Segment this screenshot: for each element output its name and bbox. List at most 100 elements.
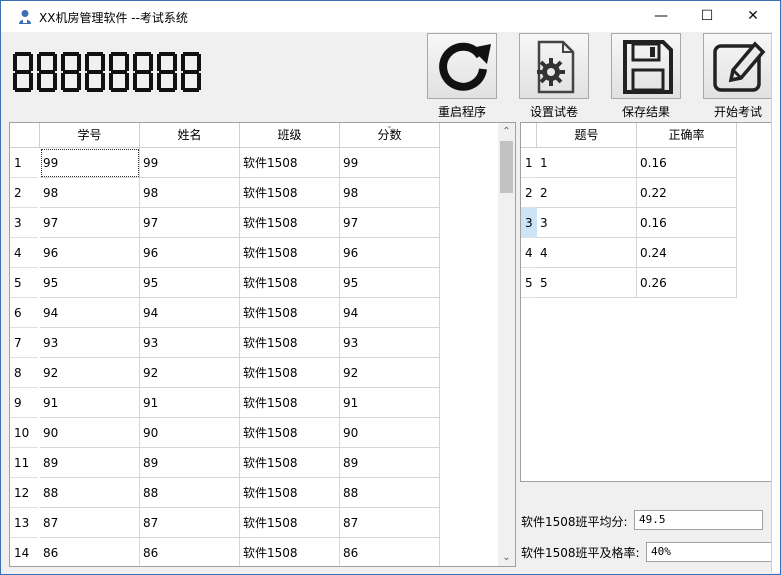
- table-cell-name[interactable]: 93: [140, 328, 240, 358]
- table-cell-name[interactable]: 92: [140, 358, 240, 388]
- table-cell-id[interactable]: 91: [40, 388, 140, 418]
- table-cell-id[interactable]: 97: [40, 208, 140, 238]
- q-row-number[interactable]: 5: [521, 268, 537, 298]
- table-cell-cls[interactable]: 软件1508: [240, 538, 340, 566]
- table-cell-cls[interactable]: 软件1508: [240, 358, 340, 388]
- row-number[interactable]: 11: [10, 448, 38, 478]
- column-header-student-id[interactable]: 学号: [40, 123, 140, 148]
- row-number[interactable]: 8: [10, 358, 38, 388]
- q-table-cell-q[interactable]: 3: [537, 208, 637, 238]
- table-cell-cls[interactable]: 软件1508: [240, 298, 340, 328]
- table-cell-score[interactable]: 94: [340, 298, 440, 328]
- close-button[interactable]: ✕: [730, 1, 776, 32]
- table-cell-name[interactable]: 90: [140, 418, 240, 448]
- table-cell-id[interactable]: 87: [40, 508, 140, 538]
- table-cell-cls[interactable]: 软件1508: [240, 508, 340, 538]
- table-cell-score[interactable]: 95: [340, 268, 440, 298]
- column-header-question-no[interactable]: 题号: [537, 123, 637, 148]
- q-table-cell-q[interactable]: 1: [537, 148, 637, 178]
- table-cell-id[interactable]: 90: [40, 418, 140, 448]
- table-cell-name[interactable]: 88: [140, 478, 240, 508]
- table-cell-name[interactable]: 86: [140, 538, 240, 566]
- table-cell-name[interactable]: 98: [140, 178, 240, 208]
- table-cell-id[interactable]: 93: [40, 328, 140, 358]
- table-cell-score[interactable]: 88: [340, 478, 440, 508]
- table-cell-name[interactable]: 91: [140, 388, 240, 418]
- table-cell-cls[interactable]: 软件1508: [240, 328, 340, 358]
- table-cell-score[interactable]: 99: [340, 148, 440, 178]
- student-scores-table[interactable]: 学号 姓名 班级 分数 ⌄ 1 99 99 软件1508 99 2 98 98 软件1508 98…: [9, 122, 516, 567]
- row-number[interactable]: 12: [10, 478, 38, 508]
- table-cell-id[interactable]: 89: [40, 448, 140, 478]
- table-cell-id[interactable]: 99: [40, 148, 140, 178]
- table-cell-name[interactable]: 87: [140, 508, 240, 538]
- row-number[interactable]: 4: [10, 238, 38, 268]
- table-cell-score[interactable]: 97: [340, 208, 440, 238]
- minimize-button[interactable]: —: [638, 1, 684, 32]
- table-cell-id[interactable]: 95: [40, 268, 140, 298]
- table-cell-score[interactable]: 98: [340, 178, 440, 208]
- table-cell-id[interactable]: 98: [40, 178, 140, 208]
- table-cell-score[interactable]: 87: [340, 508, 440, 538]
- column-header-class[interactable]: 班级: [240, 123, 340, 148]
- table-cell-cls[interactable]: 软件1508: [240, 208, 340, 238]
- row-number[interactable]: 7: [10, 328, 38, 358]
- scroll-down-arrow-icon[interactable]: ⌄: [498, 549, 515, 566]
- table-cell-score[interactable]: 92: [340, 358, 440, 388]
- table-cell-name[interactable]: 94: [140, 298, 240, 328]
- scroll-up-arrow-icon[interactable]: ⌃: [498, 123, 515, 140]
- q-table-cell-rate[interactable]: 0.16: [637, 148, 737, 178]
- q-row-number[interactable]: 4: [521, 238, 537, 268]
- row-number[interactable]: 10: [10, 418, 38, 448]
- table-cell-cls[interactable]: 软件1508: [240, 478, 340, 508]
- row-number[interactable]: 6: [10, 298, 38, 328]
- table-cell-id[interactable]: 94: [40, 298, 140, 328]
- table-cell-id[interactable]: 88: [40, 478, 140, 508]
- table-cell-name[interactable]: 89: [140, 448, 240, 478]
- row-number[interactable]: 14: [10, 538, 38, 566]
- q-table-cell-rate[interactable]: 0.24: [637, 238, 737, 268]
- table-cell-cls[interactable]: 软件1508: [240, 178, 340, 208]
- q-table-cell-rate[interactable]: 0.16: [637, 208, 737, 238]
- q-table-cell-rate[interactable]: 0.22: [637, 178, 737, 208]
- table-cell-score[interactable]: 91: [340, 388, 440, 418]
- table-cell-name[interactable]: 95: [140, 268, 240, 298]
- table-cell-id[interactable]: 92: [40, 358, 140, 388]
- table-cell-cls[interactable]: 软件1508: [240, 388, 340, 418]
- table-cell-cls[interactable]: 软件1508: [240, 148, 340, 178]
- table-cell-id[interactable]: 86: [40, 538, 140, 566]
- row-number[interactable]: 1: [10, 148, 38, 178]
- table-cell-score[interactable]: 86: [340, 538, 440, 566]
- row-number[interactable]: 2: [10, 178, 38, 208]
- column-header-score[interactable]: 分数 ⌄: [340, 123, 440, 148]
- column-header-name[interactable]: 姓名: [140, 123, 240, 148]
- student-table-scrollbar[interactable]: ⌃ ⌄: [498, 123, 515, 566]
- table-cell-cls[interactable]: 软件1508: [240, 238, 340, 268]
- table-cell-name[interactable]: 99: [140, 148, 240, 178]
- question-accuracy-table[interactable]: 题号 正确率 1 1 0.16 2 2 0.22 3 3 0.16 4 4 0.24 5 5 0.26: [520, 122, 774, 482]
- table-cell-id[interactable]: 96: [40, 238, 140, 268]
- table-cell-score[interactable]: 89: [340, 448, 440, 478]
- table-cell-score[interactable]: 96: [340, 238, 440, 268]
- q-row-number[interactable]: 2: [521, 178, 537, 208]
- column-header-accuracy[interactable]: 正确率: [637, 123, 737, 148]
- table-cell-cls[interactable]: 软件1508: [240, 268, 340, 298]
- table-cell-score[interactable]: 93: [340, 328, 440, 358]
- table-cell-name[interactable]: 97: [140, 208, 240, 238]
- table-cell-cls[interactable]: 软件1508: [240, 448, 340, 478]
- table-cell-name[interactable]: 96: [140, 238, 240, 268]
- q-row-number[interactable]: 3: [521, 208, 537, 238]
- maximize-button[interactable]: ☐: [684, 1, 730, 32]
- row-number[interactable]: 13: [10, 508, 38, 538]
- class-pass-rate-field[interactable]: 40%: [646, 542, 773, 562]
- row-number[interactable]: 5: [10, 268, 38, 298]
- q-table-cell-q[interactable]: 2: [537, 178, 637, 208]
- table-cell-cls[interactable]: 软件1508: [240, 418, 340, 448]
- row-number[interactable]: 3: [10, 208, 38, 238]
- class-average-field[interactable]: 49.5: [634, 510, 763, 530]
- row-number[interactable]: 9: [10, 388, 38, 418]
- scrollbar-thumb[interactable]: [500, 141, 513, 193]
- q-table-cell-rate[interactable]: 0.26: [637, 268, 737, 298]
- q-table-cell-q[interactable]: 5: [537, 268, 637, 298]
- q-row-number[interactable]: 1: [521, 148, 537, 178]
